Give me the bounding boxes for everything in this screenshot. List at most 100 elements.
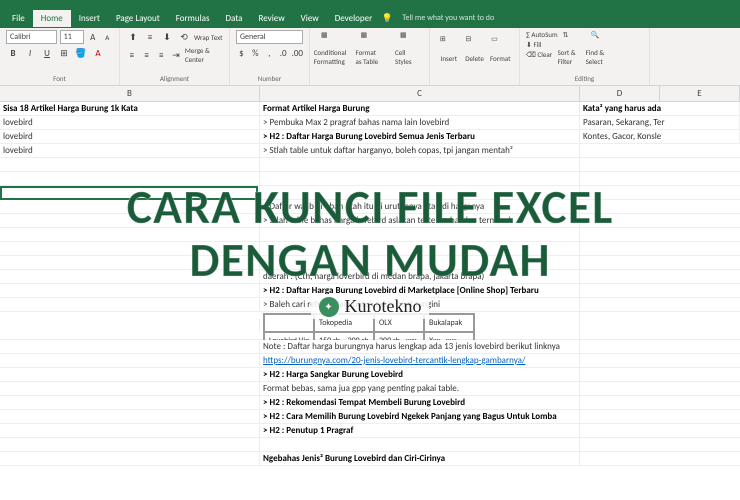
col-d[interactable]: D xyxy=(580,86,660,101)
cell[interactable]: Sisa 18 Artikel Harga Burung 1k Kata xyxy=(0,102,260,116)
cell[interactable] xyxy=(0,354,260,368)
cell[interactable] xyxy=(0,340,260,354)
tell-me[interactable]: Tell me what you want to do xyxy=(402,13,494,23)
insert-button[interactable]: ⊞Insert xyxy=(436,30,462,66)
tab-page-layout[interactable]: Page Layout xyxy=(108,10,168,27)
cell[interactable]: Note : Daftar harga burungnya harus leng… xyxy=(260,340,580,354)
autosum-button[interactable]: ∑ AutoSum xyxy=(526,30,558,39)
cell[interactable]: https://burungnya.com/20-jenis-lovebird-… xyxy=(260,354,580,368)
border-icon[interactable]: ⊞ xyxy=(57,46,71,60)
cell[interactable] xyxy=(0,200,260,214)
cell[interactable] xyxy=(0,396,260,410)
clear-button[interactable]: ⌫ Clear xyxy=(526,50,558,59)
cell[interactable] xyxy=(0,256,260,270)
align-left-icon[interactable]: ≡ xyxy=(126,48,138,62)
cell-styles-button[interactable]: ▦Cell Styles xyxy=(395,30,423,66)
tab-insert[interactable]: Insert xyxy=(71,10,108,27)
delete-button[interactable]: ⊟Delete xyxy=(462,30,488,66)
wrap-text-button[interactable]: Wrap Text xyxy=(194,33,223,42)
align-bottom-icon[interactable]: ⬇ xyxy=(160,30,174,44)
cell[interactable] xyxy=(0,186,260,200)
cell[interactable]: Kata² yang harus ada xyxy=(580,102,740,116)
tab-home[interactable]: Home xyxy=(33,10,71,27)
cell[interactable] xyxy=(260,158,580,172)
tab-data[interactable]: Data xyxy=(217,10,250,27)
cell[interactable]: > H2 : Rekomendasi Tempat Membeli Burung… xyxy=(260,396,580,410)
col-e[interactable]: E xyxy=(660,86,740,101)
worksheet[interactable]: B C D E Sisa 18 Artikel Harga Burung 1k … xyxy=(0,86,740,500)
font-name-select[interactable]: Calibri xyxy=(6,30,57,44)
cell[interactable] xyxy=(0,438,260,452)
cell[interactable] xyxy=(0,319,260,333)
bold-icon[interactable]: B xyxy=(6,46,20,60)
currency-icon[interactable]: $ xyxy=(236,46,247,60)
increase-font-icon[interactable]: A xyxy=(87,30,98,44)
tab-view[interactable]: View xyxy=(293,10,327,27)
indent-icon[interactable]: ⇥ xyxy=(170,48,182,62)
cell[interactable] xyxy=(260,242,580,256)
tab-developer[interactable]: Developer xyxy=(327,10,381,27)
tab-formulas[interactable]: Formulas xyxy=(168,10,218,27)
cell[interactable]: Pasaran, Sekarang, Ter xyxy=(580,116,740,130)
merge-center-button[interactable]: Merge & Center xyxy=(185,46,223,64)
cell[interactable]: lovebird xyxy=(0,130,260,144)
decrease-font-icon[interactable]: A xyxy=(102,30,113,44)
sort-filter-button[interactable]: ⇅Sort & Filter xyxy=(558,30,586,66)
col-b[interactable]: B xyxy=(0,86,260,101)
format-table-button[interactable]: ▦Format as Table xyxy=(356,30,384,66)
cell[interactable] xyxy=(0,228,260,242)
cell[interactable] xyxy=(0,424,260,438)
cell[interactable]: > Stlah table bahas harga lovebird aslak… xyxy=(260,214,580,228)
align-center-icon[interactable]: ≡ xyxy=(141,48,153,62)
cell[interactable]: > H2 : Cara Memilih Burung Lovebird Ngek… xyxy=(260,410,580,424)
cell[interactable]: Format bebas, sama jua gpp yang penting … xyxy=(260,382,580,396)
cell[interactable] xyxy=(260,438,580,452)
comma-icon[interactable]: , xyxy=(264,46,275,60)
font-size-select[interactable]: 11 xyxy=(60,30,84,44)
underline-icon[interactable]: U xyxy=(40,46,54,60)
cell[interactable] xyxy=(260,172,580,186)
cell[interactable] xyxy=(0,242,260,256)
percent-icon[interactable]: % xyxy=(250,46,261,60)
cell[interactable]: > Daftar wajib di ubah ntah itu di uruta… xyxy=(260,200,580,214)
cell[interactable]: lovebird xyxy=(0,116,260,130)
cell[interactable]: > Baleh cari refrensi lain untuk table b… xyxy=(260,298,580,312)
cell[interactable]: > H2 : Daftar Harga Burung Lovebird Semu… xyxy=(260,130,580,144)
col-c[interactable]: C xyxy=(260,86,580,101)
cell[interactable]: Kontes, Gacor, Konsle xyxy=(580,130,740,144)
cell[interactable] xyxy=(0,158,260,172)
cell[interactable] xyxy=(0,382,260,396)
cell[interactable] xyxy=(260,228,580,242)
tab-review[interactable]: Review xyxy=(250,10,292,27)
cell[interactable]: daerah . (Cth, harga loverbird di medan … xyxy=(260,270,580,284)
cell[interactable] xyxy=(0,410,260,424)
decrease-decimal-icon[interactable]: .00 xyxy=(292,46,303,60)
align-top-icon[interactable]: ⬆ xyxy=(126,30,140,44)
cell[interactable] xyxy=(0,284,260,298)
tab-file[interactable]: File xyxy=(4,10,33,27)
cell[interactable]: > H2 : Daftar Harga Burung Lovebird di M… xyxy=(260,284,580,298)
cell[interactable] xyxy=(0,298,260,312)
cell[interactable]: Format Artikel Harga Burung xyxy=(260,102,580,116)
number-format-select[interactable]: General xyxy=(236,30,303,44)
cell[interactable]: > Stlah table untuk daftar harganyo, bol… xyxy=(260,144,580,158)
marketplace-table-cell[interactable]: TokopediaOLXBukalapak Lovebird Vio150 rb… xyxy=(260,312,580,340)
cell[interactable] xyxy=(0,270,260,284)
conditional-formatting-button[interactable]: ▦Conditional Formatting xyxy=(316,30,344,66)
increase-decimal-icon[interactable]: .0 xyxy=(278,46,289,60)
cell[interactable] xyxy=(0,214,260,228)
cell[interactable]: > H2 : Harga Sangkar Burung Lovebird xyxy=(260,368,580,382)
align-right-icon[interactable]: ≡ xyxy=(155,48,167,62)
cell[interactable] xyxy=(260,186,580,200)
cell[interactable]: > H2 : Penutup 1 Pragraf xyxy=(260,424,580,438)
cell[interactable] xyxy=(0,452,260,466)
cell[interactable] xyxy=(0,368,260,382)
orientation-icon[interactable]: ⟲ xyxy=(177,30,191,44)
cell[interactable]: > Pembuka Max 2 pragraf bahas nama lain … xyxy=(260,116,580,130)
cell[interactable]: Ngebahas Jenis² Burung Lovebird dan Ciri… xyxy=(260,452,580,466)
fill-color-icon[interactable]: 🪣 xyxy=(74,46,88,60)
align-middle-icon[interactable]: ≡ xyxy=(143,30,157,44)
find-select-button[interactable]: 🔍Find & Select xyxy=(586,30,614,66)
cell[interactable]: lovebird xyxy=(0,144,260,158)
fill-button[interactable]: ⬇ Fill xyxy=(526,40,558,49)
